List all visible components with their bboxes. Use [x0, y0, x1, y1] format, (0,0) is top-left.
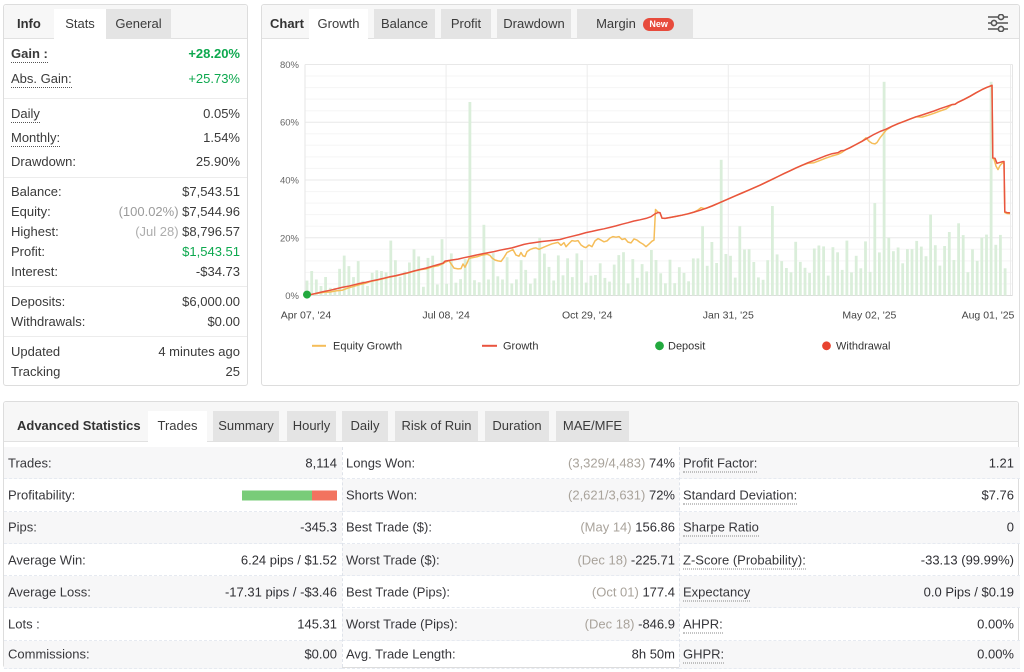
svg-text:60%: 60%	[280, 118, 300, 129]
svg-text:80%: 80%	[280, 60, 300, 71]
svg-text:Deposit: Deposit	[668, 341, 705, 353]
svg-text:Withdrawal: Withdrawal	[836, 341, 890, 353]
svg-text:Jul 08, '24: Jul 08, '24	[422, 310, 470, 322]
svg-text:Jan 31, '25: Jan 31, '25	[703, 310, 754, 322]
svg-text:20%: 20%	[280, 233, 300, 244]
svg-text:40%: 40%	[280, 176, 300, 187]
svg-text:Apr 07, '24: Apr 07, '24	[281, 310, 332, 322]
svg-text:Equity Growth: Equity Growth	[333, 341, 402, 353]
svg-text:Growth: Growth	[503, 341, 538, 353]
svg-text:Aug 01, '25: Aug 01, '25	[962, 310, 1015, 322]
svg-text:Oct 29, '24: Oct 29, '24	[562, 310, 613, 322]
svg-text:0%: 0%	[285, 291, 299, 302]
svg-text:May 02, '25: May 02, '25	[842, 310, 896, 322]
